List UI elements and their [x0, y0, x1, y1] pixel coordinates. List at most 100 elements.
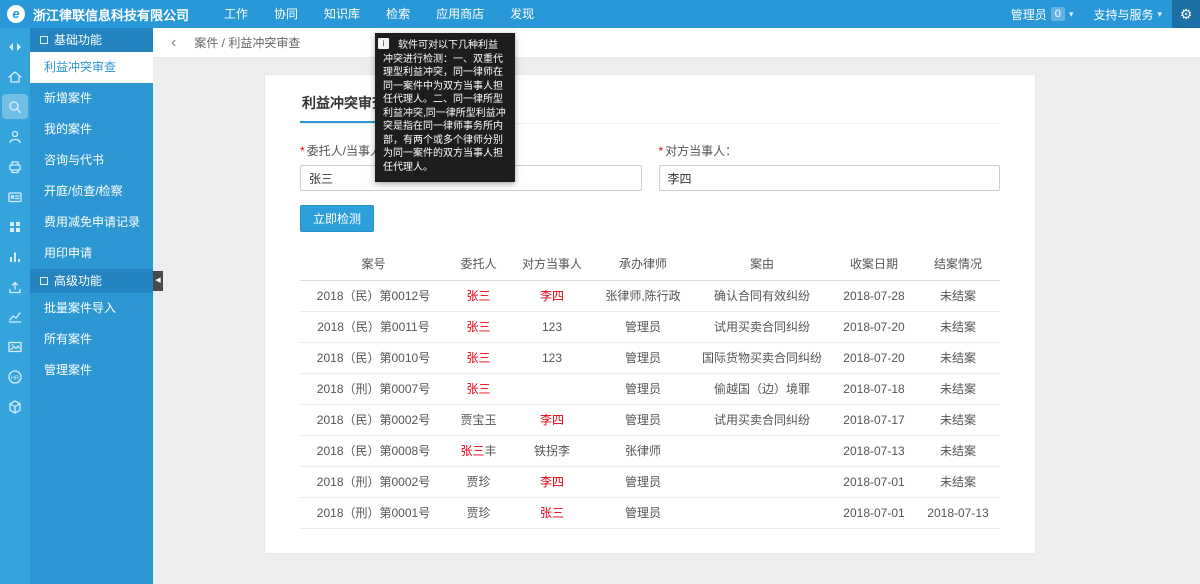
required-asterisk: * — [300, 144, 305, 158]
gallery-icon[interactable] — [2, 334, 28, 359]
table-row[interactable]: 2018（刑）第0007号张三管理员偷越国（边）境罪2018-07-18未结案 — [300, 373, 1000, 404]
back-chevron-icon[interactable]: ‹ — [153, 28, 186, 58]
sidebar-item-0-3[interactable]: 咨询与代书 — [30, 145, 153, 176]
table-row[interactable]: 2018（民）第0012号张三李四张律师,陈行政确认合同有效纠纷2018-07-… — [300, 280, 1000, 311]
cell-client: 贾宝玉 — [447, 404, 510, 435]
sidebar-item-0-5[interactable]: 费用减免申请记录 — [30, 207, 153, 238]
print-icon[interactable] — [2, 154, 28, 179]
cell-opponent: 李四 — [510, 404, 594, 435]
cell-client: 张三 — [447, 342, 510, 373]
home-icon[interactable] — [2, 64, 28, 89]
table-row[interactable]: 2018（民）第0010号张三123管理员国际货物买卖合同纠纷2018-07-2… — [300, 342, 1000, 373]
hr-icon[interactable]: HR — [2, 364, 28, 389]
cell-case-no: 2018（民）第0012号 — [300, 280, 447, 311]
sidebar-item-0-4[interactable]: 开庭/侦查/检察 — [30, 176, 153, 207]
user-icon[interactable] — [2, 124, 28, 149]
cell-case-no: 2018（民）第0011号 — [300, 311, 447, 342]
settings-gear-icon[interactable]: ⚙ — [1172, 0, 1200, 28]
cell-lawyer: 管理员 — [594, 342, 692, 373]
support-menu[interactable]: 支持与服务 ▾ — [1083, 0, 1172, 28]
cell-date: 2018-07-28 — [832, 280, 916, 311]
table-row[interactable]: 2018（刑）第0001号贾珍张三管理员2018-07-012018-07-13 — [300, 497, 1000, 528]
cell-date: 2018-07-01 — [832, 497, 916, 528]
menu-item-3[interactable]: 知识库 — [311, 0, 373, 28]
cell-opponent: 123 — [510, 342, 594, 373]
breadcrumb-path: 案件 / 利益冲突审查 — [194, 34, 300, 51]
info-icon: i — [378, 38, 389, 49]
cell-case-no: 2018（民）第0010号 — [300, 342, 447, 373]
cell-client: 张三 — [447, 373, 510, 404]
notification-badge: 0 — [1051, 7, 1065, 21]
results-table-body: 2018（民）第0012号张三李四张律师,陈行政确认合同有效纠纷2018-07-… — [300, 280, 1000, 528]
cell-status: 未结案 — [916, 435, 1000, 466]
app-logo-icon: e — [7, 5, 25, 23]
sidebar-item-0-0[interactable]: 利益冲突审查 — [30, 52, 153, 83]
chevron-down-icon: ▾ — [1157, 9, 1162, 20]
cell-lawyer: 管理员 — [594, 404, 692, 435]
apps-icon[interactable] — [2, 214, 28, 239]
sidebar-item-1-2[interactable]: 管理案件 — [30, 355, 153, 386]
cell-client: 贾珍 — [447, 497, 510, 528]
column-header: 收案日期 — [832, 248, 916, 280]
user-menu-label: 管理员 — [1011, 6, 1047, 23]
sidebar-item-1-0[interactable]: 批量案件导入 — [30, 293, 153, 324]
menu-item-2[interactable]: 协同 — [261, 0, 311, 28]
cell-status: 未结案 — [916, 280, 1000, 311]
section-header-label: 高级功能 — [54, 269, 102, 293]
table-row[interactable]: 2018（民）第0002号贾宝玉李四管理员试用买卖合同纠纷2018-07-17未… — [300, 404, 1000, 435]
user-menu[interactable]: 管理员 0 ▾ — [1001, 0, 1084, 28]
column-header: 对方当事人 — [510, 248, 594, 280]
menu-item-4[interactable]: 检索 — [373, 0, 423, 28]
cell-cause: 试用买卖合同纠纷 — [692, 404, 832, 435]
menu-item-6[interactable]: 发现 — [497, 0, 547, 28]
sidebar-item-0-1[interactable]: 新增案件 — [30, 83, 153, 114]
section-square-icon — [40, 277, 48, 285]
sidebar-item-1-1[interactable]: 所有案件 — [30, 324, 153, 355]
table-row[interactable]: 2018（民）第0011号张三123管理员试用买卖合同纠纷2018-07-20未… — [300, 311, 1000, 342]
column-header: 案由 — [692, 248, 832, 280]
chart-icon[interactable] — [2, 304, 28, 329]
cell-opponent: 张三 — [510, 497, 594, 528]
cell-opponent: 123 — [510, 311, 594, 342]
svg-text:HR: HR — [11, 375, 19, 381]
cell-status: 未结案 — [916, 373, 1000, 404]
table-row[interactable]: 2018（民）第0008号张三丰铁拐李张律师2018-07-13未结案 — [300, 435, 1000, 466]
cell-opponent: 铁拐李 — [510, 435, 594, 466]
cell-client: 张三丰 — [447, 435, 510, 466]
upload-icon[interactable] — [2, 274, 28, 299]
cell-cause: 国际货物买卖合同纠纷 — [692, 342, 832, 373]
tab-label: 利益冲突审查 — [302, 95, 386, 111]
menu-section-header-1[interactable]: 高级功能◀ — [30, 269, 153, 293]
sidebar-collapse-handle[interactable]: ◀ — [153, 271, 163, 291]
cell-status: 未结案 — [916, 404, 1000, 435]
cell-client: 张三 — [447, 280, 510, 311]
app-window: e 浙江律联信息科技有限公司 工作协同知识库检索应用商店发现 管理员 0 ▾ 支… — [0, 0, 1200, 584]
cell-cause — [692, 435, 832, 466]
sidebar-item-0-2[interactable]: 我的案件 — [30, 114, 153, 145]
menu-item-5[interactable]: 应用商店 — [423, 0, 497, 28]
cube-icon[interactable] — [2, 394, 28, 419]
sidebar-item-0-6[interactable]: 用印申请 — [30, 238, 153, 269]
search-icon[interactable] — [2, 94, 28, 119]
company-name: 浙江律联信息科技有限公司 — [33, 5, 189, 24]
cell-cause: 确认合同有效纠纷 — [692, 280, 832, 311]
menu-section-header-0[interactable]: 基础功能 — [30, 28, 153, 52]
menu-item-1[interactable]: 工作 — [211, 0, 261, 28]
cell-date: 2018-07-20 — [832, 311, 916, 342]
cell-cause: 偷越国（边）境罪 — [692, 373, 832, 404]
cell-cause — [692, 497, 832, 528]
cell-case-no: 2018（刑）第0007号 — [300, 373, 447, 404]
cell-lawyer: 管理员 — [594, 311, 692, 342]
cell-lawyer: 张律师 — [594, 435, 692, 466]
cell-status: 未结案 — [916, 466, 1000, 497]
table-row[interactable]: 2018（刑）第0002号贾珍李四管理员2018-07-01未结案 — [300, 466, 1000, 497]
stats-icon[interactable] — [2, 244, 28, 269]
cell-case-no: 2018（民）第0002号 — [300, 404, 447, 435]
check-now-button[interactable]: 立即检测 — [300, 205, 374, 232]
opponent-input[interactable] — [659, 165, 1001, 191]
collapse-arrows-icon[interactable] — [2, 34, 28, 59]
cell-date: 2018-07-17 — [832, 404, 916, 435]
cell-status: 未结案 — [916, 311, 1000, 342]
idcard-icon[interactable] — [2, 184, 28, 209]
column-header: 案号 — [300, 248, 447, 280]
